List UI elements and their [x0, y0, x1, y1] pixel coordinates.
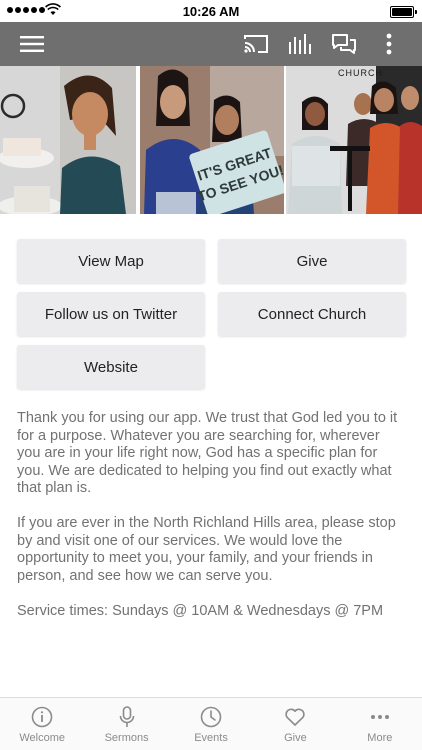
tab-bar: Welcome Sermons Events Give More — [0, 697, 422, 750]
tab-label-events: Events — [194, 732, 228, 744]
description-paragraph-2: If you are ever in the North Richland Hi… — [17, 515, 396, 584]
heart-icon — [285, 708, 306, 726]
tab-label-welcome: Welcome — [19, 732, 66, 744]
tab-label-more: More — [367, 732, 393, 744]
view-map-button[interactable]: View Map — [17, 239, 205, 283]
more-options-button[interactable] — [372, 22, 406, 66]
service-times: Service times: Sundays @ 10AM & Wednesda… — [17, 602, 384, 619]
chat-button[interactable] — [324, 22, 364, 66]
battery-icon — [390, 6, 417, 18]
status-time: 10:26 AM — [182, 4, 240, 19]
more-horizontal-icon — [370, 715, 389, 719]
chat-icon — [332, 34, 356, 54]
hero-banner: IT'S GREAT TO SEE YOU! CHURCH — [0, 66, 422, 214]
welcome-description: Thank you for using our app. We trust th… — [17, 410, 407, 638]
cast-icon — [244, 35, 268, 53]
more-vertical-icon — [386, 33, 392, 55]
audio-bars-icon — [289, 34, 311, 54]
tab-give[interactable]: Give — [253, 698, 337, 750]
website-button[interactable]: Website — [17, 345, 205, 389]
info-icon — [31, 706, 53, 728]
hero-photo-2-art: IT'S GREAT TO SEE YOU! — [140, 66, 284, 214]
nav-bar — [0, 22, 422, 66]
tab-more[interactable]: More — [338, 698, 422, 750]
hero-photo-3-art: CHURCH — [286, 66, 422, 214]
description-paragraph-1: Thank you for using our app. We trust th… — [17, 410, 398, 496]
tab-label-give: Give — [284, 732, 307, 744]
wall-sign-text: CHURCH — [338, 68, 383, 78]
microphone-icon — [119, 706, 134, 727]
hero-photo-1-art — [0, 66, 136, 214]
give-button[interactable]: Give — [218, 239, 406, 283]
tab-events[interactable]: Events — [169, 698, 253, 750]
cast-button[interactable] — [236, 22, 276, 66]
hero-photo-1 — [0, 66, 136, 214]
hero-photo-2: IT'S GREAT TO SEE YOU! — [140, 66, 284, 214]
clock-icon — [200, 706, 222, 728]
tab-label-sermons: Sermons — [104, 732, 149, 744]
twitter-button[interactable]: Follow us on Twitter — [17, 292, 205, 336]
menu-icon — [20, 36, 44, 52]
audio-button[interactable] — [280, 22, 320, 66]
tab-sermons[interactable]: Sermons — [84, 698, 168, 750]
tab-welcome[interactable]: Welcome — [0, 698, 84, 750]
menu-button[interactable] — [10, 22, 54, 66]
status-bar: 10:26 AM — [0, 0, 422, 22]
hero-photo-3: CHURCH — [286, 66, 422, 214]
connect-church-button[interactable]: Connect Church — [218, 292, 406, 336]
